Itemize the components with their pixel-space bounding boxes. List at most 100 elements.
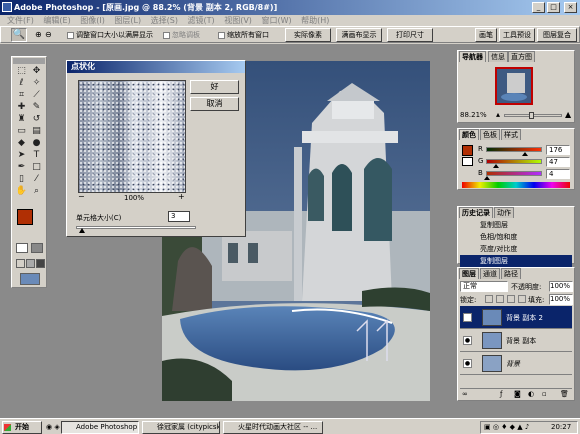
notes-tool-icon[interactable]: ▯ bbox=[14, 173, 29, 185]
menu-view[interactable]: 视图(V) bbox=[224, 15, 252, 26]
screen-mode-standard-icon[interactable] bbox=[16, 259, 25, 268]
fit-screen-button[interactable]: 满画布显示 bbox=[336, 28, 382, 42]
type-tool-icon[interactable]: T bbox=[29, 149, 44, 161]
menu-help[interactable]: 帮助(H) bbox=[301, 15, 329, 26]
lock-pixels-icon[interactable] bbox=[496, 295, 504, 303]
palette-well-layer-comps[interactable]: 图层复合 bbox=[537, 28, 577, 42]
channel-value-input[interactable]: 47 bbox=[546, 157, 570, 167]
color-spectrum-bar[interactable] bbox=[462, 182, 570, 188]
magic-wand-tool-icon[interactable]: ✧ bbox=[29, 77, 44, 89]
link-layers-icon[interactable]: ∞ bbox=[462, 390, 468, 398]
delete-layer-icon[interactable]: 🗑 bbox=[560, 390, 569, 398]
navigator-zoom-thumb[interactable] bbox=[529, 112, 535, 119]
channel-slider-thumb[interactable] bbox=[484, 176, 491, 180]
tab-paths[interactable]: 路径 bbox=[501, 268, 521, 279]
history-brush-tool-icon[interactable]: ↺ bbox=[29, 113, 44, 125]
lock-transparency-icon[interactable] bbox=[485, 295, 493, 303]
nav-zoom-out-icon[interactable]: ▴ bbox=[496, 111, 500, 119]
ok-button[interactable]: 好 bbox=[190, 80, 239, 94]
visibility-eye-icon[interactable]: ● bbox=[463, 359, 472, 368]
history-item-current[interactable]: 复制图层 bbox=[460, 255, 572, 267]
dodge-tool-icon[interactable]: ● bbox=[29, 137, 44, 149]
layer-style-icon[interactable]: ƒ bbox=[500, 390, 502, 398]
gradient-tool-icon[interactable]: ▤ bbox=[29, 125, 44, 137]
lock-position-icon[interactable] bbox=[507, 295, 515, 303]
add-mask-icon[interactable]: ◙ bbox=[514, 390, 521, 398]
tab-info[interactable]: 信息 bbox=[488, 51, 508, 62]
visibility-eye-icon[interactable]: ● bbox=[463, 313, 472, 322]
hand-tool-icon[interactable]: ✋ bbox=[14, 185, 29, 197]
quick-mask-mode-icon[interactable] bbox=[31, 243, 43, 253]
nav-zoom-in-icon[interactable]: ▲ bbox=[565, 110, 571, 119]
tab-navigator[interactable]: 导航器 bbox=[459, 51, 486, 62]
zoom-out-icon[interactable]: ⊖ bbox=[45, 30, 52, 39]
tab-layers[interactable]: 图层 bbox=[459, 268, 479, 279]
brush-tool-icon[interactable]: ✎ bbox=[29, 101, 44, 113]
task-photoshop[interactable]: Adobe Photoshop - [原画... bbox=[61, 421, 139, 434]
move-tool-icon[interactable]: ✥ bbox=[29, 65, 44, 77]
foreground-color-swatch[interactable] bbox=[17, 209, 33, 225]
preview-zoom-in-icon[interactable]: + bbox=[178, 192, 185, 201]
filter-preview[interactable] bbox=[78, 80, 186, 193]
menu-image[interactable]: 图像(I) bbox=[80, 15, 105, 26]
pen-tool-icon[interactable]: ✒ bbox=[14, 161, 29, 173]
lasso-tool-icon[interactable]: ℓ bbox=[14, 77, 29, 89]
actual-pixels-button[interactable]: 实际像素 bbox=[285, 28, 331, 42]
resize-window-checkbox[interactable] bbox=[67, 31, 74, 39]
new-fill-layer-icon[interactable]: ◐ bbox=[528, 390, 534, 398]
layer-row[interactable]: ● 背景 bbox=[460, 352, 572, 375]
tab-styles[interactable]: 样式 bbox=[501, 129, 521, 140]
channel-slider[interactable] bbox=[486, 147, 542, 152]
new-layer-icon[interactable]: ▫ bbox=[542, 390, 547, 398]
zoom-all-checkbox[interactable] bbox=[218, 31, 225, 39]
palette-well-tool-presets[interactable]: 工具预设 bbox=[499, 28, 535, 42]
standard-mode-icon[interactable] bbox=[16, 243, 28, 253]
eraser-tool-icon[interactable]: ▭ bbox=[14, 125, 29, 137]
print-size-button[interactable]: 打印尺寸 bbox=[387, 28, 433, 42]
channel-value-input[interactable]: 176 bbox=[546, 145, 570, 155]
layer-row[interactable]: ● 背景 副本 bbox=[460, 329, 572, 352]
visibility-eye-icon[interactable]: ● bbox=[463, 336, 472, 345]
channel-slider-thumb[interactable] bbox=[521, 152, 528, 156]
task-browser-2[interactable]: 火星时代动画大社区 -- ... bbox=[223, 421, 323, 434]
maximize-button[interactable]: □ bbox=[547, 2, 560, 13]
navigator-thumbnail[interactable] bbox=[495, 67, 533, 105]
cell-size-slider-thumb[interactable] bbox=[79, 228, 85, 233]
blend-mode-select[interactable]: 正常 bbox=[460, 281, 508, 292]
zoom-tool-icon[interactable]: ⌕ bbox=[29, 185, 44, 197]
path-selection-tool-icon[interactable]: ➤ bbox=[14, 149, 29, 161]
cell-size-slider-track[interactable] bbox=[76, 226, 196, 229]
slice-tool-icon[interactable]: ⟋ bbox=[29, 89, 44, 101]
color-foreground-swatch[interactable] bbox=[462, 145, 473, 156]
opacity-input[interactable]: 100% bbox=[549, 281, 573, 292]
shape-tool-icon[interactable]: □ bbox=[29, 161, 44, 173]
screen-mode-full-menu-icon[interactable] bbox=[26, 259, 35, 268]
history-item[interactable]: 复制图层 bbox=[460, 219, 572, 231]
palette-well-brushes[interactable]: 画笔 bbox=[475, 28, 497, 42]
zoom-in-icon[interactable]: ⊕ bbox=[35, 30, 42, 39]
tray-icons[interactable]: ▣ ◎ ♦ ◆ ▲ ♪ bbox=[484, 423, 529, 431]
healing-brush-tool-icon[interactable]: ✚ bbox=[14, 101, 29, 113]
history-item[interactable]: 色相/饱和度 bbox=[460, 231, 572, 243]
screen-mode-full-icon[interactable] bbox=[36, 259, 45, 268]
menu-window[interactable]: 窗口(W) bbox=[261, 15, 291, 26]
close-button[interactable]: × bbox=[564, 2, 577, 13]
marquee-tool-icon[interactable]: ⬚ bbox=[14, 65, 29, 77]
menu-edit[interactable]: 编辑(E) bbox=[43, 15, 70, 26]
cell-size-input[interactable]: 3 bbox=[168, 211, 190, 222]
menu-filter[interactable]: 滤镜(T) bbox=[188, 15, 215, 26]
tab-channels[interactable]: 通道 bbox=[480, 268, 500, 279]
toolbox-grip[interactable] bbox=[13, 58, 45, 64]
channel-value-input[interactable]: 4 bbox=[546, 169, 570, 179]
resize-window-option[interactable]: 调整窗口大小以满屏显示 bbox=[67, 30, 153, 40]
quick-launch-icons[interactable]: ◉ ◈ bbox=[46, 423, 60, 431]
channel-slider[interactable] bbox=[486, 171, 542, 176]
fill-input[interactable]: 100% bbox=[549, 294, 573, 305]
eyedropper-tool-icon[interactable]: ⁄ bbox=[29, 173, 44, 185]
cancel-button[interactable]: 取消 bbox=[190, 97, 239, 111]
menu-file[interactable]: 文件(F) bbox=[7, 15, 34, 26]
crop-tool-icon[interactable]: ⌗ bbox=[14, 89, 29, 101]
lock-all-icon[interactable] bbox=[518, 295, 526, 303]
clone-stamp-tool-icon[interactable]: ♜ bbox=[14, 113, 29, 125]
tab-actions[interactable]: 动作 bbox=[494, 207, 514, 218]
